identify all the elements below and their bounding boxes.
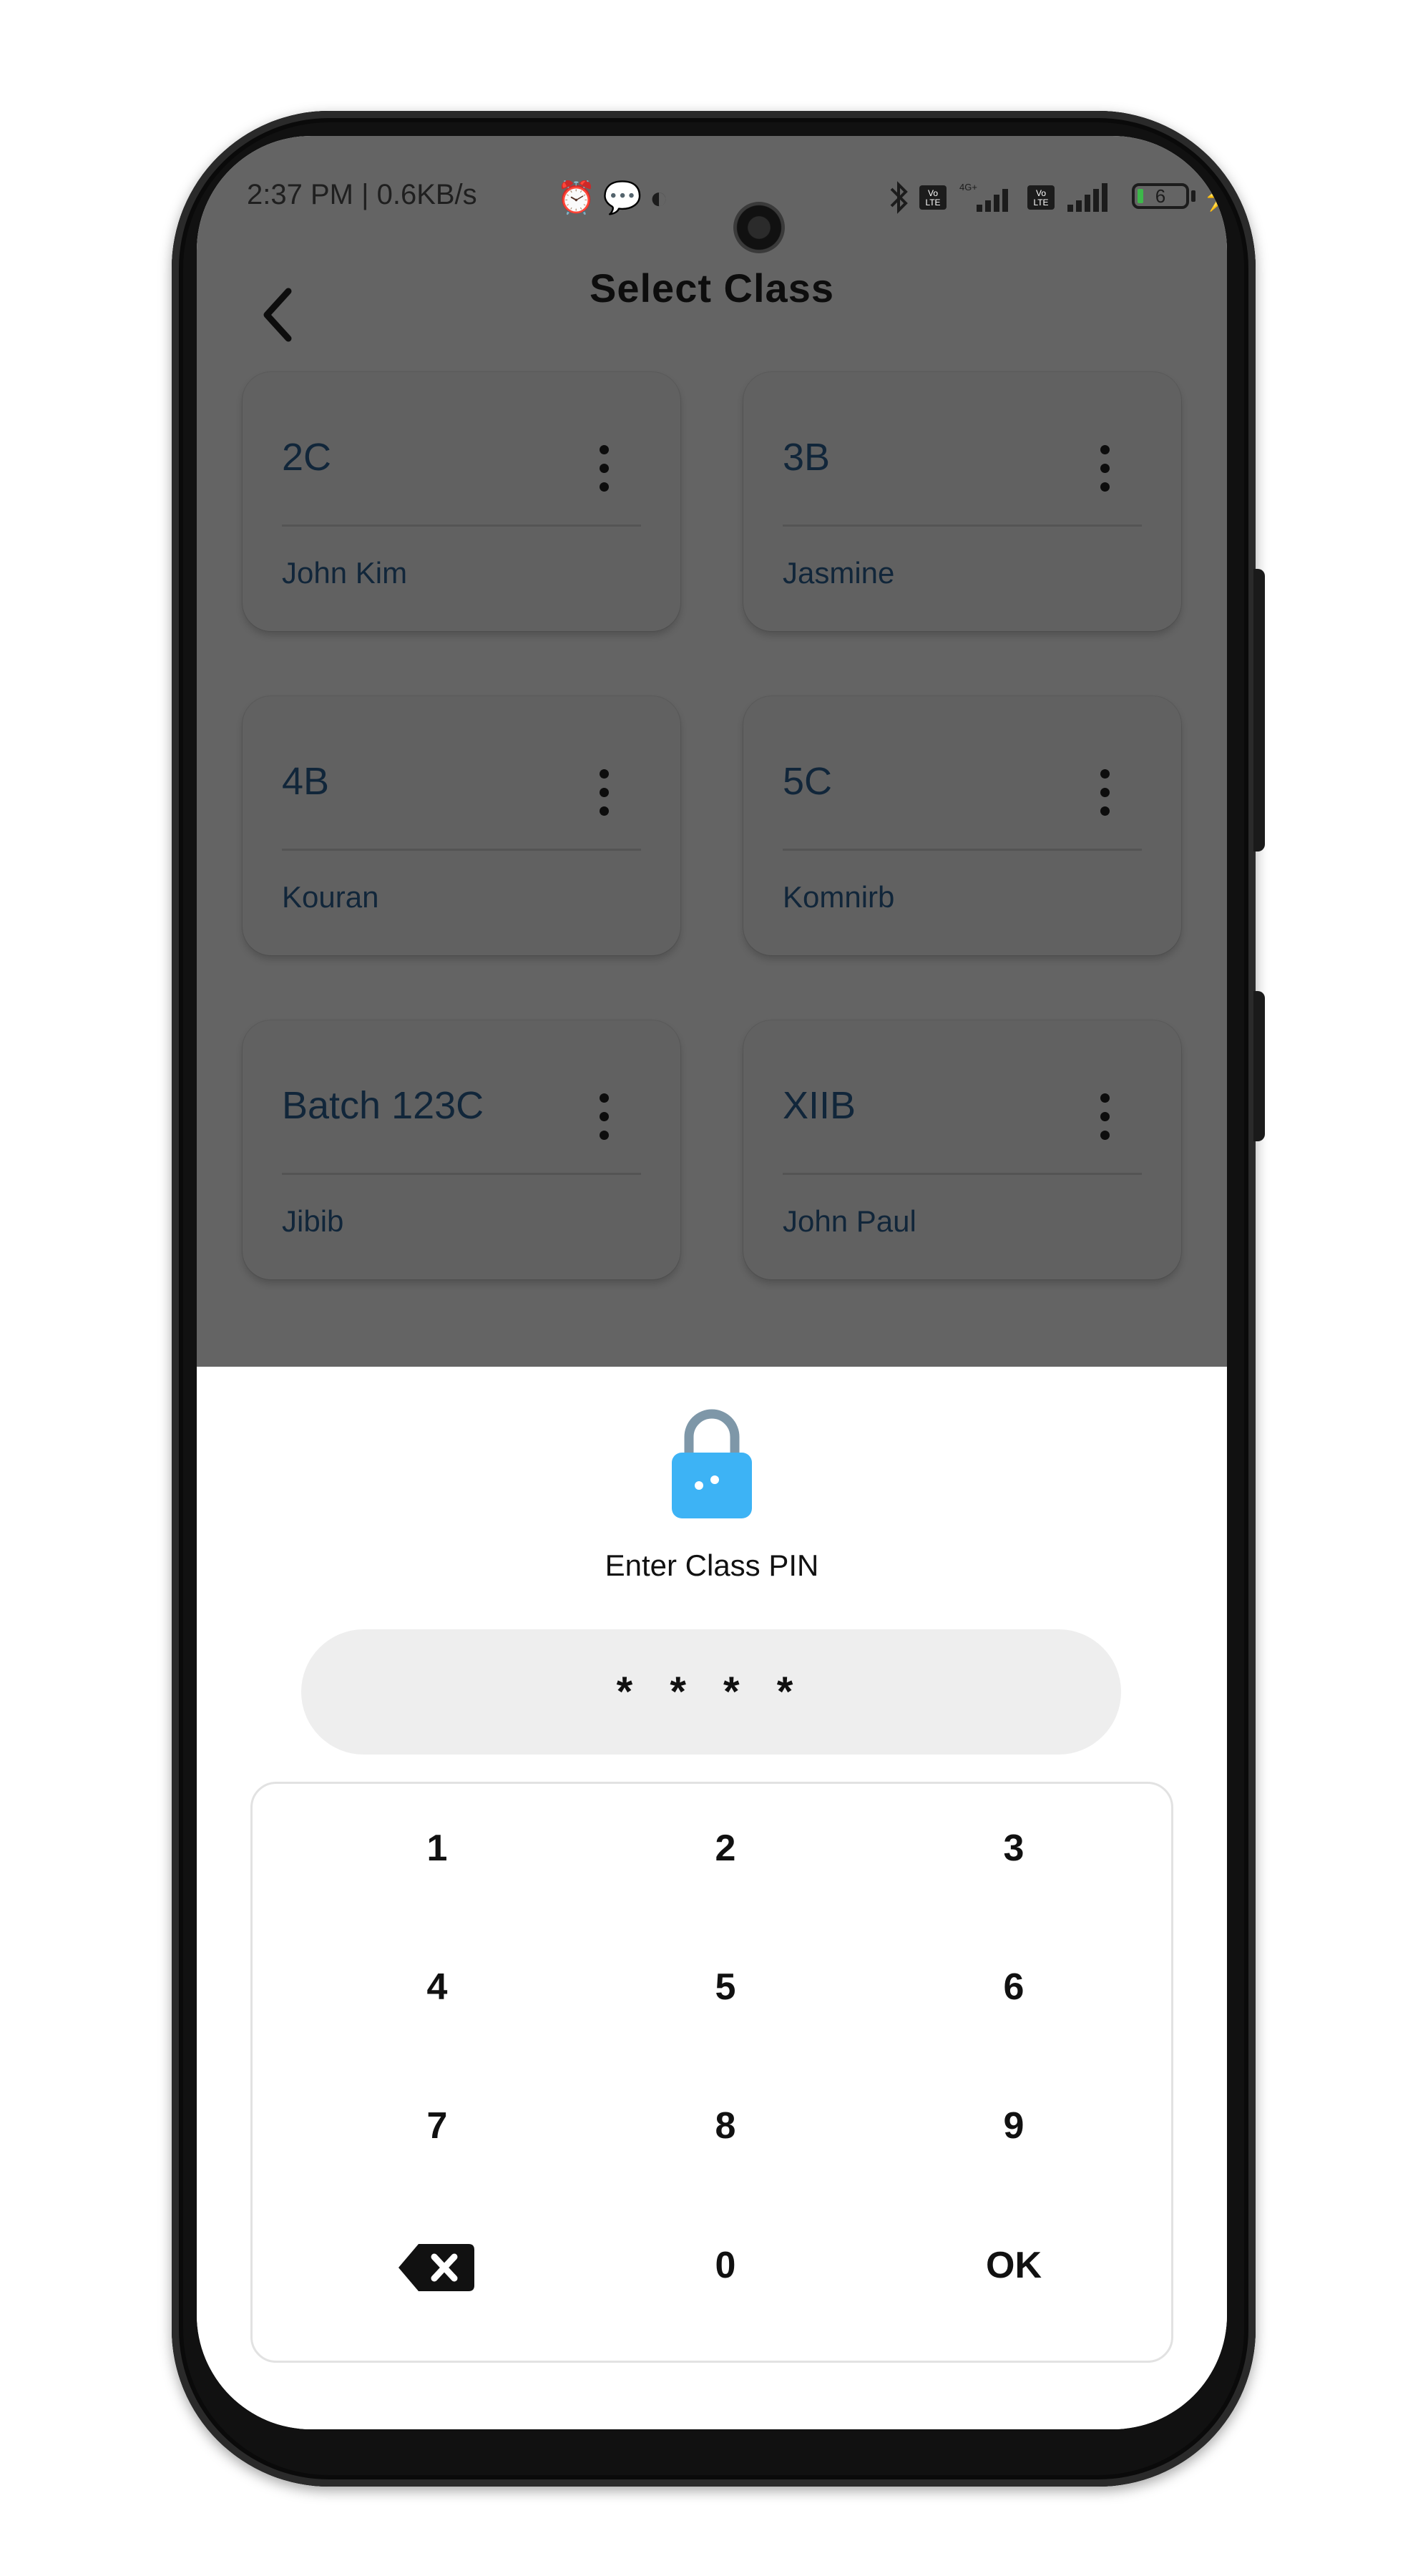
key-1[interactable]: 1 [330,1802,544,1895]
screen: 2:37 PM | 0.6KB/s ⏰💬◐ Vo LTE 4G+ Vo LTE 6 … [197,136,1227,2429]
divider [783,525,1142,527]
divider [282,1173,641,1175]
status-time: 2:37 PM | 0.6KB/s [247,179,477,210]
backspace-icon [398,2244,474,2292]
teacher-name: Jibib [282,1204,344,1238]
dot [600,1112,609,1121]
status-right-icons: Vo LTE 4G+ Vo LTE [887,180,1113,215]
teacher-name: John Paul [783,1204,916,1238]
class-card[interactable]: Batch 123C Jibib [243,1020,680,1279]
delete-button[interactable] [330,2219,544,2312]
svg-text:LTE: LTE [926,197,941,208]
signal-4g-icon: 4G+ [959,182,1008,212]
key-4[interactable]: 4 [330,1941,544,2034]
dot [1100,1112,1110,1121]
dot [1100,482,1110,492]
key-8[interactable]: 8 [618,2079,833,2172]
power-button [1253,991,1265,1141]
page-title: Select Class [590,265,834,311]
key-5[interactable]: 5 [618,1941,833,2034]
teacher-name: John Kim [282,556,408,590]
divider [783,849,1142,851]
more-options-button[interactable] [586,763,622,821]
volte-icon: VoLTE [1027,185,1055,210]
key-6[interactable]: 6 [906,1941,1121,2034]
status-bar: 2:37 PM | 0.6KB/s ⏰💬◐ Vo LTE 4G+ Vo LTE 6 … [247,176,1227,253]
dot [1100,464,1110,473]
battery-icon: 6 [1132,183,1189,209]
svg-text:LTE: LTE [1034,197,1049,208]
status-left-icons: ⏰💬◐ [557,179,675,216]
teacher-name: Kouran [282,880,379,914]
pin-prompt: Enter Class PIN [605,1548,819,1582]
divider [282,525,641,527]
class-list-overlay: 2:37 PM | 0.6KB/s ⏰💬◐ Vo LTE 4G+ Vo LTE 6 … [197,136,1227,1367]
battery-cap [1191,190,1195,202]
keypad: 1 2 3 4 5 6 7 8 9 0 OK [250,1782,1173,2363]
key-2[interactable]: 2 [618,1802,833,1895]
volte-icon: VoLTE [919,185,947,210]
more-options-button[interactable] [1087,439,1123,497]
dot [600,769,609,779]
class-card[interactable]: 4B Kouran [243,696,680,955]
front-camera [733,202,785,253]
class-name: 2C [282,436,332,479]
dot [600,1093,609,1103]
dot [600,1131,609,1140]
ok-button[interactable]: OK [906,2219,1121,2312]
dot [1100,806,1110,816]
dot [600,788,609,797]
class-card[interactable]: 5C Komnirb [743,696,1181,955]
dot [600,464,609,473]
class-card[interactable]: 2C John Kim [243,372,680,631]
bolt-icon: ⚡ [1202,180,1227,212]
key-0[interactable]: 0 [618,2219,833,2312]
dot [1100,769,1110,779]
key-3[interactable]: 3 [906,1802,1121,1895]
class-name: 5C [783,760,833,803]
chat-icon: 💬 [602,180,650,215]
dot [600,482,609,492]
class-card[interactable]: 3B Jasmine [743,372,1181,631]
volume-button [1253,569,1265,852]
pin-bottom-sheet: Enter Class PIN * * * * 1 2 3 4 5 6 7 8 … [197,1367,1227,2429]
more-options-button[interactable] [1087,763,1123,821]
svg-text:Vo: Vo [928,188,938,198]
more-options-button[interactable] [586,439,622,497]
dot [600,806,609,816]
divider [783,1173,1142,1175]
more-options-button[interactable] [1087,1088,1123,1145]
signal-icon [1067,183,1107,212]
more-options-button[interactable] [586,1088,622,1145]
dot [1100,445,1110,454]
dot [1100,1093,1110,1103]
class-name: 4B [282,760,330,803]
svg-text:Vo: Vo [1036,188,1046,198]
app-icon: ◐ [649,180,676,215]
svg-text:4G+: 4G+ [959,182,977,192]
dot [600,445,609,454]
teacher-name: Komnirb [783,880,895,914]
lock-icon [672,1409,752,1518]
class-name: 3B [783,436,831,479]
key-9[interactable]: 9 [906,2079,1121,2172]
alarm-icon: ⏰ [557,180,603,215]
divider [282,849,641,851]
battery-level-text: 6 [1155,185,1166,207]
class-card[interactable]: XIIB John Paul [743,1020,1181,1279]
battery-level [1138,189,1143,203]
class-name: XIIB [783,1084,856,1127]
teacher-name: Jasmine [783,556,895,590]
pin-input[interactable]: * * * * [301,1629,1121,1755]
key-7[interactable]: 7 [330,2079,544,2172]
class-name: Batch 123C [282,1084,484,1127]
dot [1100,1131,1110,1140]
dot [1100,788,1110,797]
bluetooth-icon [890,181,908,214]
